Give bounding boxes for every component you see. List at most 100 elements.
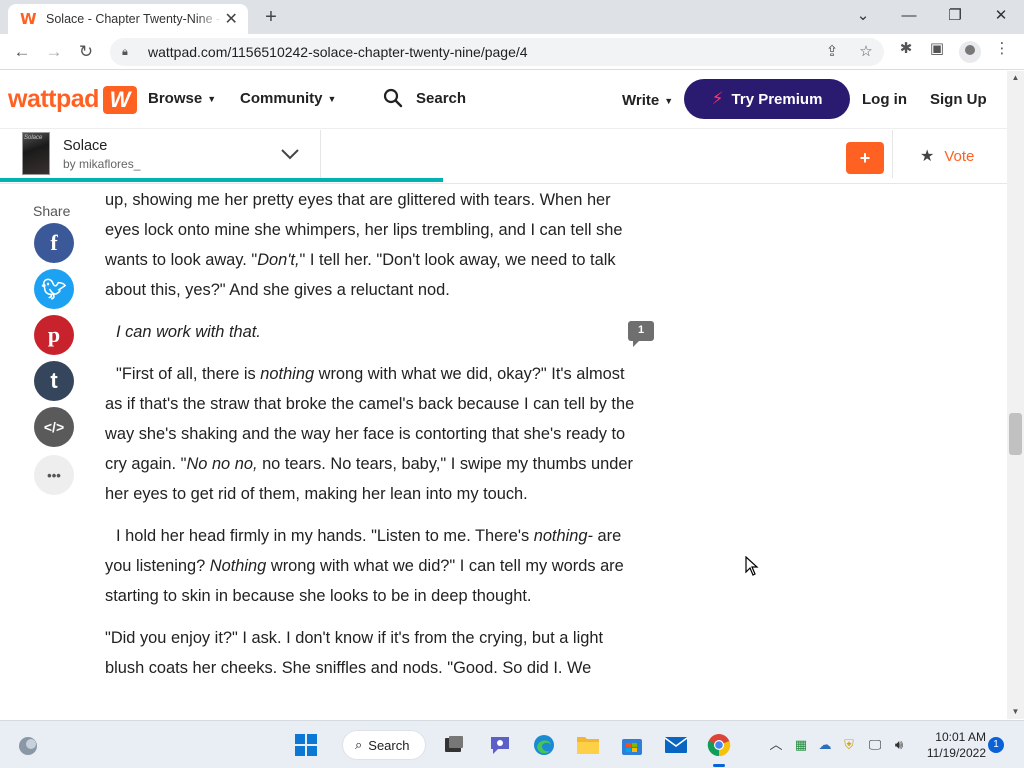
side-panel-icon[interactable]: ▣: [926, 38, 948, 60]
vote-label: Vote: [944, 147, 975, 165]
teams-chat-icon[interactable]: [486, 731, 514, 759]
taskbar-search-button[interactable]: ⌕ Search: [342, 730, 426, 760]
microsoft-store-icon[interactable]: [618, 731, 646, 759]
system-clock[interactable]: 10:01 AM 11/19/2022: [920, 729, 986, 761]
pinterest-icon: p: [47, 322, 61, 347]
scroll-up-arrow-icon[interactable]: ▲: [1007, 71, 1024, 85]
community-label: Community: [240, 90, 323, 107]
paragraph[interactable]: up, showing me her pretty eyes that are …: [105, 185, 635, 305]
star-icon: ★: [920, 148, 935, 165]
network-icon[interactable]: 🖵︎: [866, 736, 884, 754]
browser-tab-active[interactable]: W Solace - Chapter Twenty-Nine - Page 4 …: [8, 4, 248, 34]
mouse-cursor-icon: [745, 556, 759, 576]
forward-arrow-icon[interactable]: →: [40, 38, 68, 66]
chevron-down-icon: ▼: [207, 93, 217, 104]
browse-label: Browse: [148, 90, 203, 107]
search-icon: [383, 88, 403, 108]
taskbar-search-label: Search: [368, 737, 410, 753]
edge-browser-icon[interactable]: [530, 731, 558, 759]
more-dots-icon: •••: [47, 467, 61, 483]
windows-taskbar: ⌕ Search ︿ ▦ ☁ ⛨ 🖵︎ 🔊︎ 10:01 AM 11/19/20…: [0, 720, 1024, 768]
browse-menu[interactable]: Browse ▼: [148, 90, 216, 107]
maximize-icon[interactable]: ❐: [935, 2, 975, 30]
scroll-down-arrow-icon[interactable]: ▼: [1007, 705, 1024, 719]
pinterest-share-button[interactable]: p: [34, 315, 74, 355]
site-header: wattpad W Browse ▼ Community ▼ Search Writ…: [0, 71, 1007, 129]
vote-button[interactable]: ★ Vote: [920, 146, 974, 166]
login-link[interactable]: Log in: [862, 91, 907, 108]
notification-badge[interactable]: 1: [988, 737, 1004, 753]
weather-widget-icon[interactable]: [14, 732, 42, 760]
share-page-icon[interactable]: ⇪: [822, 42, 842, 62]
back-arrow-icon[interactable]: ←: [8, 38, 36, 66]
divider: [320, 130, 321, 178]
show-hidden-icons-chevron-icon[interactable]: ︿: [767, 736, 785, 754]
search-label: Search: [416, 89, 467, 107]
chapter-list-chevron-icon[interactable]: [280, 144, 300, 165]
onedrive-cloud-icon[interactable]: ☁: [816, 736, 834, 754]
logo-w-mark-icon: W: [102, 85, 137, 114]
url-text[interactable]: wattpad.com/1156510242-solace-chapter-tw…: [148, 44, 528, 60]
paragraph[interactable]: "First of all, there is nothing wrong wi…: [105, 359, 635, 509]
divider: [892, 130, 893, 178]
browser-tabstrip: W Solace - Chapter Twenty-Nine - Page 4 …: [0, 0, 1024, 34]
embed-code-icon: </>: [43, 419, 65, 435]
twitter-share-button[interactable]: 🐦︎: [34, 269, 74, 309]
new-tab-icon[interactable]: +: [258, 4, 284, 30]
tab-search-chevron-icon[interactable]: ⌄: [843, 2, 883, 30]
volume-icon[interactable]: 🔊︎: [890, 736, 908, 754]
try-premium-button[interactable]: ⚡︎ Try Premium: [684, 79, 850, 119]
story-title[interactable]: Solace: [63, 138, 107, 154]
lock-icon[interactable]: 🔒︎: [122, 46, 136, 59]
close-window-icon[interactable]: ✕: [981, 2, 1021, 30]
more-share-button[interactable]: •••: [34, 455, 74, 495]
minimize-icon[interactable]: —: [889, 2, 929, 30]
address-bar[interactable]: 🔒︎ wattpad.com/1156510242-solace-chapter…: [110, 38, 884, 66]
twitter-bird-icon: 🐦︎: [41, 278, 67, 301]
paragraph[interactable]: I can work with that.: [105, 317, 635, 347]
premium-label: Try Premium: [731, 90, 823, 108]
lightning-bolt-icon: ⚡︎: [711, 89, 724, 108]
tray-app-icon[interactable]: ▦: [792, 736, 810, 754]
file-explorer-icon[interactable]: [574, 731, 602, 759]
inline-comment-icon[interactable]: 1: [628, 321, 654, 347]
profile-avatar-icon[interactable]: [959, 41, 981, 63]
chevron-down-icon: ▼: [327, 93, 337, 104]
extensions-puzzle-icon[interactable]: ✱: [895, 38, 917, 60]
embed-share-button[interactable]: </>: [34, 407, 74, 447]
wattpad-logo[interactable]: wattpad W: [8, 85, 137, 114]
add-to-library-button[interactable]: +: [846, 142, 884, 174]
active-app-indicator: [713, 764, 725, 767]
browser-toolbar: ← → ↻ 🔒︎ wattpad.com/1156510242-solace-c…: [0, 34, 1024, 70]
facebook-icon: f: [50, 230, 58, 255]
story-cover-image[interactable]: [22, 132, 50, 175]
signup-link[interactable]: Sign Up: [930, 91, 987, 108]
clock-time: 10:01 AM: [935, 730, 986, 744]
community-menu[interactable]: Community ▼: [240, 90, 336, 107]
security-shield-icon[interactable]: ⛨: [840, 736, 858, 754]
clock-date: 11/19/2022: [926, 746, 986, 760]
tab-close-icon[interactable]: ✕: [222, 9, 240, 29]
scroll-thumb[interactable]: [1009, 413, 1022, 455]
story-bar: Solace by mikaflores_ + ★ Vote: [0, 130, 1007, 184]
mail-icon[interactable]: [662, 731, 690, 759]
bookmark-star-icon[interactable]: ☆: [856, 42, 876, 62]
share-label: Share: [33, 203, 71, 219]
paragraph[interactable]: I hold her head firmly in my hands. "Lis…: [105, 521, 635, 611]
facebook-share-button[interactable]: f: [34, 223, 74, 263]
task-view-icon[interactable]: [440, 731, 468, 759]
site-search[interactable]: Search: [383, 88, 466, 108]
tumblr-share-button[interactable]: t: [34, 361, 74, 401]
story-author[interactable]: by mikaflores_: [63, 157, 140, 171]
tumblr-icon: t: [50, 368, 58, 393]
search-icon: ⌕: [355, 737, 363, 752]
reload-icon[interactable]: ↻: [72, 38, 100, 66]
paragraph[interactable]: "Did you enjoy it?" I ask. I don't know …: [105, 623, 635, 683]
write-menu[interactable]: Write ▼: [622, 92, 673, 109]
chrome-browser-icon[interactable]: [705, 731, 733, 759]
page-scrollbar[interactable]: ▲ ▼: [1007, 71, 1024, 719]
wattpad-favicon-icon: W: [20, 10, 37, 28]
browser-menu-icon[interactable]: ⋮: [991, 38, 1013, 60]
windows-start-icon[interactable]: [292, 731, 320, 759]
write-label: Write: [622, 92, 660, 109]
